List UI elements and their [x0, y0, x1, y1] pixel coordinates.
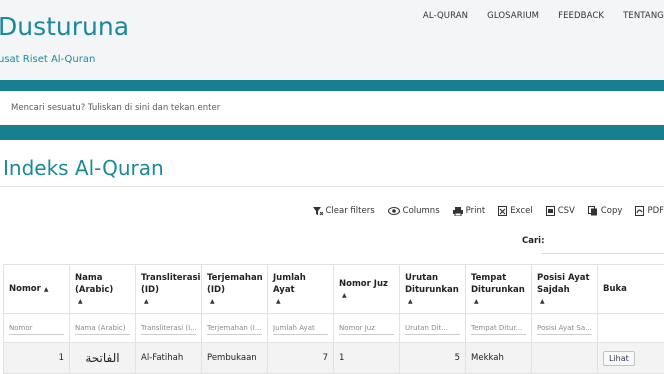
site-header: Dusturuna usat Riset Al-Quran AL-QURAN G…	[0, 0, 664, 80]
sort-asc-icon: ▲	[43, 286, 49, 293]
nav-item-glosarium[interactable]: GLOSARIUM	[487, 11, 539, 21]
filter-terjemahan-input[interactable]	[207, 321, 262, 335]
filter-jumlah-ayat-input[interactable]	[273, 321, 328, 335]
sort-icon: ▲	[474, 298, 479, 305]
header-band-top	[0, 80, 664, 91]
csv-file-icon	[545, 206, 555, 216]
column-header-jumlah-ayat[interactable]: Jumlah Ayat ▲	[267, 264, 334, 314]
table-filter-row	[3, 313, 664, 343]
cell-nama-arabic: الفاتحة	[69, 342, 136, 374]
filter-icon	[312, 206, 323, 215]
column-header-posisi-ayat-sajdah[interactable]: Posisi Ayat Sajdah ▲	[531, 264, 598, 314]
sort-icon: ▲	[276, 298, 281, 305]
print-label: Print	[465, 206, 486, 216]
columns-label: Columns	[402, 206, 440, 216]
cell-nomor: 1	[3, 342, 70, 374]
pdf-button[interactable]: PDF	[635, 206, 664, 216]
column-header-nomor[interactable]: Nomor ▲	[3, 264, 70, 314]
excel-label: Excel	[510, 206, 533, 216]
sort-icon: ▲	[78, 298, 83, 305]
header-band-bottom	[0, 125, 664, 140]
sort-icon: ▲	[540, 298, 545, 305]
nav-item-tentang[interactable]: TENTANG	[623, 11, 664, 21]
quran-index-table: Nomor ▲ Nama (Arabic) ▲ Transliterasi (ID)…	[3, 264, 664, 374]
pdf-file-icon	[635, 206, 645, 216]
cell-jumlah-ayat: 7	[267, 342, 334, 374]
cell-urutan: 5	[399, 342, 466, 374]
clear-filters-button[interactable]: Clear filters	[312, 206, 375, 216]
site-title[interactable]: Dusturuna	[0, 12, 129, 41]
csv-label: CSV	[557, 206, 575, 216]
eye-icon	[387, 207, 400, 215]
column-header-nama-arabic[interactable]: Nama (Arabic) ▲	[69, 264, 136, 314]
column-header-nomor-juz[interactable]: Nomor Juz ▲	[333, 264, 400, 314]
filter-tempat-input[interactable]	[471, 321, 526, 335]
filter-transliterasi-input[interactable]	[141, 321, 196, 335]
title-divider	[0, 186, 664, 187]
pdf-label: PDF	[647, 206, 664, 216]
page-title: Indeks Al-Quran	[3, 156, 164, 180]
printer-icon	[452, 206, 463, 216]
sort-icon: ▲	[408, 298, 413, 305]
nav-item-feedback[interactable]: FEEDBACK	[558, 11, 604, 21]
cell-terjemahan: Pembukaan	[201, 342, 268, 374]
sort-icon: ▲	[342, 292, 347, 299]
copy-button[interactable]: Copy	[587, 206, 623, 216]
column-header-transliterasi[interactable]: Transliterasi (ID) ▲	[135, 264, 202, 314]
filter-sajdah-input[interactable]	[537, 321, 592, 335]
column-header-tempat-diturunkan[interactable]: Tempat Diturunkan ▲	[465, 264, 532, 314]
table-search-input[interactable]	[541, 232, 664, 254]
csv-button[interactable]: CSV	[545, 206, 575, 216]
sort-icon: ▲	[210, 298, 215, 305]
site-subtitle: usat Riset Al-Quran	[0, 54, 96, 65]
table-toolbar: Clear filters Columns Print Excel CSV Co…	[300, 206, 664, 216]
cell-buka: Lihat	[597, 342, 664, 374]
column-header-buka: Buka	[597, 264, 664, 314]
copy-label: Copy	[600, 206, 623, 216]
clear-filters-label: Clear filters	[325, 206, 375, 216]
columns-button[interactable]: Columns	[387, 206, 440, 216]
filter-urutan-input[interactable]	[405, 321, 460, 335]
site-search-bar	[0, 91, 664, 125]
excel-button[interactable]: Excel	[498, 206, 533, 216]
table-row: 1 الفاتحة Al-Fatihah Pembukaan 7 1 5 Mek…	[3, 342, 664, 374]
filter-nama-arabic-input[interactable]	[75, 321, 130, 335]
column-header-terjemahan[interactable]: Terjemahan (ID) ▲	[201, 264, 268, 314]
cell-tempat: Mekkah	[465, 342, 532, 374]
filter-nomor-input[interactable]	[9, 321, 64, 335]
print-button[interactable]: Print	[452, 206, 486, 216]
cell-transliterasi: Al-Fatihah	[135, 342, 202, 374]
lihat-button[interactable]: Lihat	[603, 350, 635, 366]
nav-item-al-quran[interactable]: AL-QURAN	[423, 11, 468, 21]
column-header-urutan-diturunkan[interactable]: Urutan Diturunkan ▲	[399, 264, 466, 314]
filter-nomor-juz-input[interactable]	[339, 321, 394, 335]
excel-file-icon	[498, 206, 508, 216]
cell-nomor-juz: 1	[333, 342, 400, 374]
copy-icon	[587, 206, 597, 216]
top-nav: AL-QURAN GLOSARIUM FEEDBACK TENTANG	[404, 11, 664, 21]
table-header-row: Nomor ▲ Nama (Arabic) ▲ Transliterasi (ID)…	[3, 264, 664, 314]
site-search-input[interactable]	[0, 91, 664, 125]
sort-icon: ▲	[144, 298, 149, 305]
cell-sajdah	[531, 342, 598, 374]
